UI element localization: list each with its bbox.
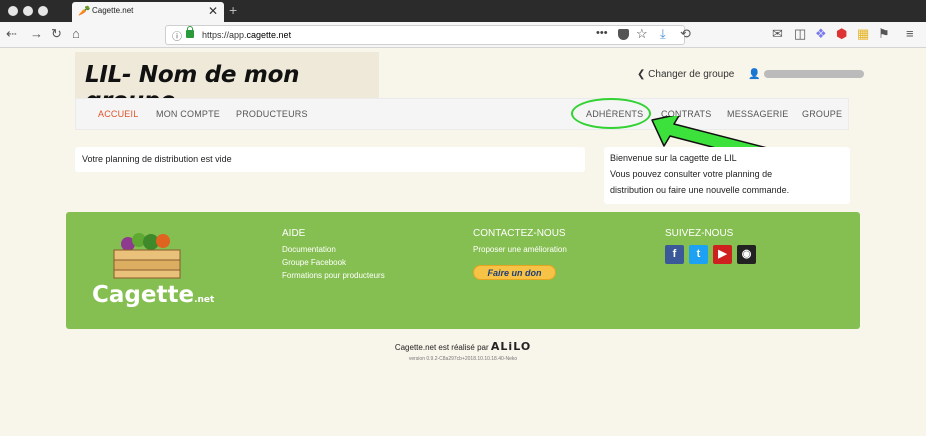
page-content: LIL- Nom de mon groupe ❮ Changer de grou…	[0, 48, 926, 436]
tab-title: Cagette.net	[92, 6, 134, 15]
footer-contact-title: CONTACTEZ-NOUS	[473, 228, 566, 239]
group-banner: LIL- Nom de mon groupe	[75, 52, 379, 114]
bookmark-star-icon[interactable]: ☆	[636, 26, 648, 42]
link-documentation[interactable]: Documentation	[282, 245, 336, 254]
link-groupe-facebook[interactable]: Groupe Facebook	[282, 258, 346, 267]
url-text[interactable]: https://app.cagette.net	[202, 30, 291, 40]
highlight-ring-annotation	[571, 98, 651, 129]
planning-empty-text: Votre planning de distribution est vide	[82, 154, 232, 164]
browser-toolbar: ⇠ → ↻ ⌂ ⓘ https://app.cagette.net ••• ☆ …	[0, 22, 926, 48]
user-name-redacted	[764, 70, 865, 79]
footer-help-title: AIDE	[282, 228, 306, 239]
nav-accueil[interactable]: ACCUEIL	[98, 109, 138, 119]
sidebar-icon[interactable]: ◫	[794, 26, 806, 42]
adblock-icon[interactable]: ⬢	[836, 26, 847, 42]
user-icon: 👤	[748, 69, 761, 80]
welcome-line-3: distribution ou faire une nouvelle comma…	[610, 185, 790, 195]
credit-line: Cagette.net est réalisé par ALiLO	[0, 340, 926, 353]
forward-icon[interactable]: →	[30, 26, 43, 42]
info-icon[interactable]: ⓘ	[172, 28, 182, 43]
extension-icon[interactable]: ❖	[815, 26, 827, 42]
download-icon[interactable]: ⤓	[660, 26, 666, 42]
browser-tab[interactable]: 🥕 Cagette.net ✕	[72, 2, 224, 22]
vegetable-crate-logo-icon[interactable]	[106, 230, 186, 282]
youtube-icon[interactable]: ▶	[713, 245, 732, 264]
maximize-window-button[interactable]	[38, 6, 48, 16]
nav-mon-compte[interactable]: MON COMPTE	[156, 109, 220, 119]
minimize-window-button[interactable]	[23, 6, 33, 16]
change-group-link[interactable]: ❮ Changer de groupe	[637, 69, 734, 80]
site-footer: Cagette.net AIDE Documentation Groupe Fa…	[66, 212, 860, 329]
history-icon[interactable]: ⟲	[680, 26, 691, 42]
credit-text: Cagette.net est réalisé par	[394, 343, 489, 352]
version-text: version 0.9.2-C8a297cb+2018.10.10.18.40-…	[408, 356, 518, 362]
back-icon[interactable]: ⇠	[6, 26, 17, 42]
welcome-line-1: Bienvenue sur la cagette de LIL	[610, 153, 737, 163]
close-window-button[interactable]	[8, 6, 18, 16]
page-actions-icon[interactable]: •••	[596, 27, 608, 39]
mail-icon[interactable]: ✉	[772, 26, 783, 42]
github-icon[interactable]: ◉	[737, 245, 756, 264]
tab-close-icon[interactable]: ✕	[208, 4, 218, 18]
nav-producteurs[interactable]: PRODUCTEURS	[236, 109, 308, 119]
welcome-card: Bienvenue sur la cagette de LIL Vous pou…	[604, 147, 850, 204]
pocket-icon[interactable]	[618, 29, 629, 40]
donate-button[interactable]: Faire un don	[473, 265, 556, 280]
link-proposer-amelioration[interactable]: Proposer une amélioration	[473, 245, 567, 254]
facebook-icon[interactable]: f	[665, 245, 684, 264]
welcome-line-2: Vous pouvez consulter votre planning de	[610, 169, 773, 179]
twitter-icon[interactable]: t	[689, 245, 708, 264]
new-tab-icon[interactable]: +	[229, 2, 237, 18]
menu-icon[interactable]: ≡	[906, 26, 914, 42]
footer-follow-title: SUIVEZ-NOUS	[665, 228, 734, 239]
cagette-logo-text[interactable]: Cagette.net	[92, 282, 214, 308]
alilo-logo[interactable]: ALiLO	[491, 340, 531, 353]
link-formations[interactable]: Formations pour producteurs	[282, 271, 385, 280]
notes-icon[interactable]: ▦	[857, 26, 869, 42]
flag-icon[interactable]: ⚑	[878, 26, 890, 42]
url-bar[interactable]: ⓘ https://app.cagette.net ••• ☆	[165, 25, 685, 45]
tab-favicon-icon: 🥕	[78, 6, 91, 17]
user-menu[interactable]: 👤	[748, 69, 865, 80]
planning-card: Votre planning de distribution est vide	[75, 147, 585, 172]
browser-titlebar: 🥕 Cagette.net ✕ +	[0, 0, 926, 22]
reload-icon[interactable]: ↻	[51, 26, 62, 42]
donate-label: Faire un don	[487, 268, 542, 278]
home-icon[interactable]: ⌂	[72, 26, 80, 42]
lock-icon	[186, 26, 194, 38]
